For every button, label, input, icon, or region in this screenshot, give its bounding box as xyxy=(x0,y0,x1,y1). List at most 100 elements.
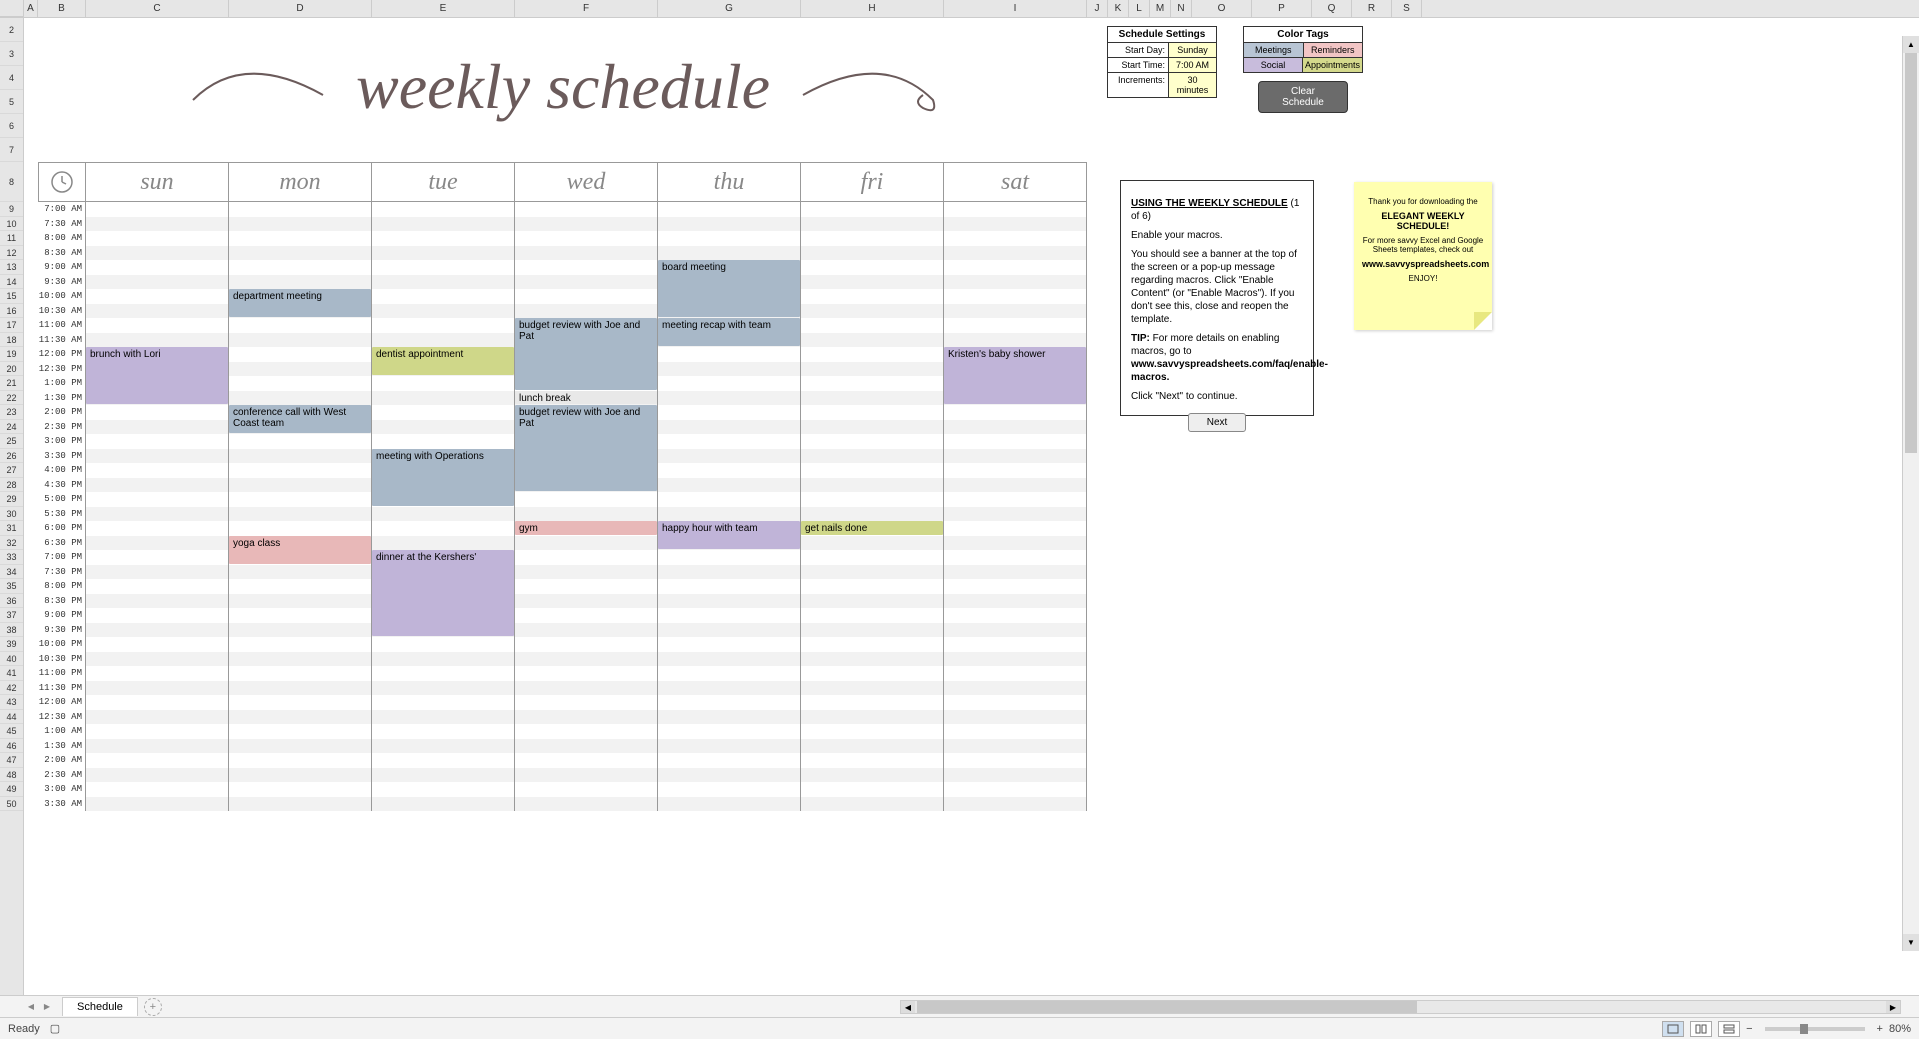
time-row[interactable]: 9:00 PM xyxy=(24,608,1919,623)
schedule-cell[interactable] xyxy=(801,724,944,739)
schedule-cell[interactable] xyxy=(372,637,515,652)
schedule-cell[interactable] xyxy=(658,695,801,710)
schedule-cell[interactable] xyxy=(944,768,1087,783)
schedule-cell[interactable] xyxy=(86,594,229,609)
schedule-cell[interactable] xyxy=(515,289,658,304)
row-header-19[interactable]: 19 xyxy=(0,347,23,362)
schedule-cell[interactable] xyxy=(658,768,801,783)
schedule-cell[interactable] xyxy=(86,550,229,565)
schedule-cell[interactable] xyxy=(372,260,515,275)
schedule-cell[interactable] xyxy=(658,782,801,797)
schedule-cell[interactable] xyxy=(229,695,372,710)
schedule-cell[interactable] xyxy=(944,420,1087,435)
schedule-cell[interactable] xyxy=(801,594,944,609)
schedule-cell[interactable] xyxy=(372,405,515,420)
schedule-cell[interactable] xyxy=(86,434,229,449)
row-header-15[interactable]: 15 xyxy=(0,289,23,304)
schedule-cell[interactable] xyxy=(801,710,944,725)
time-row[interactable]: 10:30 PM xyxy=(24,652,1919,667)
schedule-cell[interactable] xyxy=(515,797,658,812)
zoom-out-button[interactable]: − xyxy=(1746,1023,1752,1035)
schedule-cell[interactable] xyxy=(515,536,658,551)
event-block[interactable]: Kristen's baby shower xyxy=(944,347,1086,404)
schedule-cell[interactable] xyxy=(658,579,801,594)
schedule-cell[interactable] xyxy=(658,420,801,435)
setting-increments-value[interactable]: 30 minutes xyxy=(1168,73,1216,97)
schedule-cell[interactable] xyxy=(515,246,658,261)
schedule-cell[interactable] xyxy=(372,753,515,768)
event-block[interactable]: dinner at the Kershers' xyxy=(372,550,514,636)
schedule-cell[interactable] xyxy=(229,231,372,246)
schedule-cell[interactable] xyxy=(801,492,944,507)
schedule-cell[interactable] xyxy=(801,231,944,246)
col-header-N[interactable]: N xyxy=(1171,0,1192,17)
time-row[interactable]: 6:00 PM xyxy=(24,521,1919,536)
event-block[interactable]: brunch with Lori xyxy=(86,347,228,404)
row-header-9[interactable]: 9 xyxy=(0,202,23,217)
time-grid[interactable]: 7:00 AM7:30 AM8:00 AM8:30 AM9:00 AM9:30 … xyxy=(24,202,1919,811)
schedule-cell[interactable] xyxy=(515,579,658,594)
row-header-27[interactable]: 27 xyxy=(0,463,23,478)
schedule-cell[interactable] xyxy=(515,565,658,580)
row-header-17[interactable]: 17 xyxy=(0,318,23,333)
schedule-cell[interactable] xyxy=(229,478,372,493)
time-row[interactable]: 11:00 PM xyxy=(24,666,1919,681)
schedule-cell[interactable] xyxy=(372,681,515,696)
schedule-cell[interactable] xyxy=(801,362,944,377)
schedule-cell[interactable] xyxy=(944,521,1087,536)
col-header-I[interactable]: I xyxy=(944,0,1087,17)
view-pagebreak-button[interactable] xyxy=(1718,1021,1740,1037)
schedule-cell[interactable] xyxy=(86,608,229,623)
schedule-cell[interactable] xyxy=(372,420,515,435)
zoom-slider[interactable] xyxy=(1765,1027,1865,1031)
event-block[interactable]: budget review with Joe and Pat xyxy=(515,405,657,491)
schedule-cell[interactable] xyxy=(86,231,229,246)
schedule-cell[interactable] xyxy=(372,217,515,232)
zoom-percent[interactable]: 80% xyxy=(1889,1023,1911,1035)
time-row[interactable]: 8:30 AM xyxy=(24,246,1919,261)
schedule-cell[interactable] xyxy=(658,231,801,246)
event-block[interactable]: yoga class xyxy=(229,536,371,564)
time-row[interactable]: 3:00 AM xyxy=(24,782,1919,797)
schedule-cell[interactable] xyxy=(515,594,658,609)
schedule-cell[interactable] xyxy=(658,666,801,681)
schedule-cell[interactable] xyxy=(515,739,658,754)
schedule-cell[interactable] xyxy=(86,405,229,420)
schedule-cell[interactable] xyxy=(658,347,801,362)
row-header-22[interactable]: 22 xyxy=(0,391,23,406)
schedule-cell[interactable] xyxy=(372,739,515,754)
schedule-cell[interactable] xyxy=(515,710,658,725)
schedule-cell[interactable] xyxy=(944,724,1087,739)
row-header-16[interactable]: 16 xyxy=(0,304,23,319)
schedule-cell[interactable] xyxy=(658,710,801,725)
col-header-D[interactable]: D xyxy=(229,0,372,17)
event-block[interactable]: board meeting xyxy=(658,260,800,317)
colortag-meetings[interactable]: Meetings xyxy=(1244,43,1304,57)
col-header-G[interactable]: G xyxy=(658,0,801,17)
schedule-cell[interactable] xyxy=(944,739,1087,754)
row-header-39[interactable]: 39 xyxy=(0,637,23,652)
time-row[interactable]: 5:00 PM xyxy=(24,492,1919,507)
schedule-cell[interactable] xyxy=(86,507,229,522)
schedule-cell[interactable] xyxy=(944,405,1087,420)
schedule-cell[interactable] xyxy=(229,768,372,783)
schedule-cell[interactable] xyxy=(86,782,229,797)
schedule-cell[interactable] xyxy=(801,463,944,478)
schedule-cell[interactable] xyxy=(229,608,372,623)
select-all-cell[interactable] xyxy=(0,0,24,17)
row-header-32[interactable]: 32 xyxy=(0,536,23,551)
time-row[interactable]: 4:30 PM xyxy=(24,478,1919,493)
row-header-13[interactable]: 13 xyxy=(0,260,23,275)
row-header-28[interactable]: 28 xyxy=(0,478,23,493)
schedule-cell[interactable] xyxy=(801,217,944,232)
col-header-M[interactable]: M xyxy=(1150,0,1171,17)
event-block[interactable]: dentist appointment xyxy=(372,347,514,375)
schedule-cell[interactable] xyxy=(229,652,372,667)
schedule-cell[interactable] xyxy=(86,536,229,551)
schedule-cell[interactable] xyxy=(86,695,229,710)
col-header-H[interactable]: H xyxy=(801,0,944,17)
schedule-cell[interactable] xyxy=(515,202,658,217)
schedule-cell[interactable] xyxy=(944,681,1087,696)
schedule-cell[interactable] xyxy=(372,768,515,783)
schedule-cell[interactable] xyxy=(801,246,944,261)
